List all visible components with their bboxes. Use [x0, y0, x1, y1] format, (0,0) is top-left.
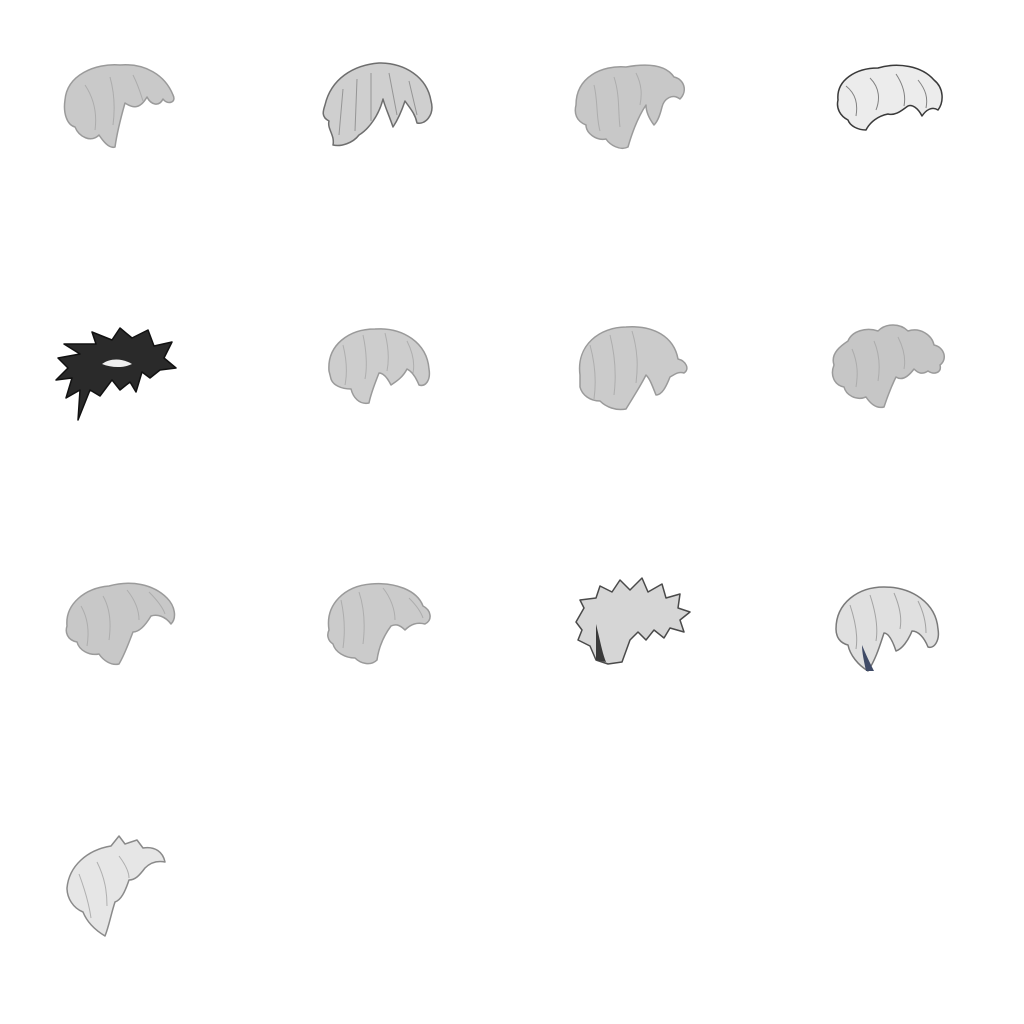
hairstyle-tile-11[interactable]	[556, 550, 706, 700]
hairstyle-tile-13[interactable]	[45, 810, 195, 960]
hairstyle-tile-10[interactable]	[303, 550, 453, 700]
hair-shaggy-icon	[575, 577, 691, 665]
hairstyle-tile-3[interactable]	[556, 35, 706, 185]
hair-spiky-icon	[322, 62, 433, 147]
hairstyle-tile-8[interactable]	[812, 295, 962, 445]
hair-layered-icon	[835, 586, 940, 672]
hair-swept-icon	[65, 582, 176, 666]
hair-fluffy-icon	[831, 324, 945, 409]
hairstyle-tile-12[interactable]	[812, 555, 962, 705]
hairstyle-tile-1[interactable]	[45, 35, 195, 185]
hair-long-bob-icon	[578, 326, 688, 411]
hairstyle-grid	[0, 0, 1024, 1024]
hair-messy-icon	[836, 64, 943, 131]
hair-bob-icon	[328, 328, 431, 405]
hairstyle-tile-5[interactable]	[40, 300, 190, 450]
hair-curly-icon	[574, 64, 685, 150]
hair-swirl-icon	[327, 582, 431, 665]
hair-feathered-icon	[66, 835, 166, 937]
hairstyle-tile-6[interactable]	[303, 295, 453, 445]
hairstyle-tile-9[interactable]	[45, 550, 195, 700]
hairstyle-tile-7[interactable]	[556, 295, 706, 445]
hairstyle-tile-4[interactable]	[812, 30, 962, 180]
hairstyle-tile-2[interactable]	[303, 35, 453, 185]
hair-wavy-icon	[63, 64, 175, 149]
hair-spiky-dark-icon	[55, 327, 177, 421]
